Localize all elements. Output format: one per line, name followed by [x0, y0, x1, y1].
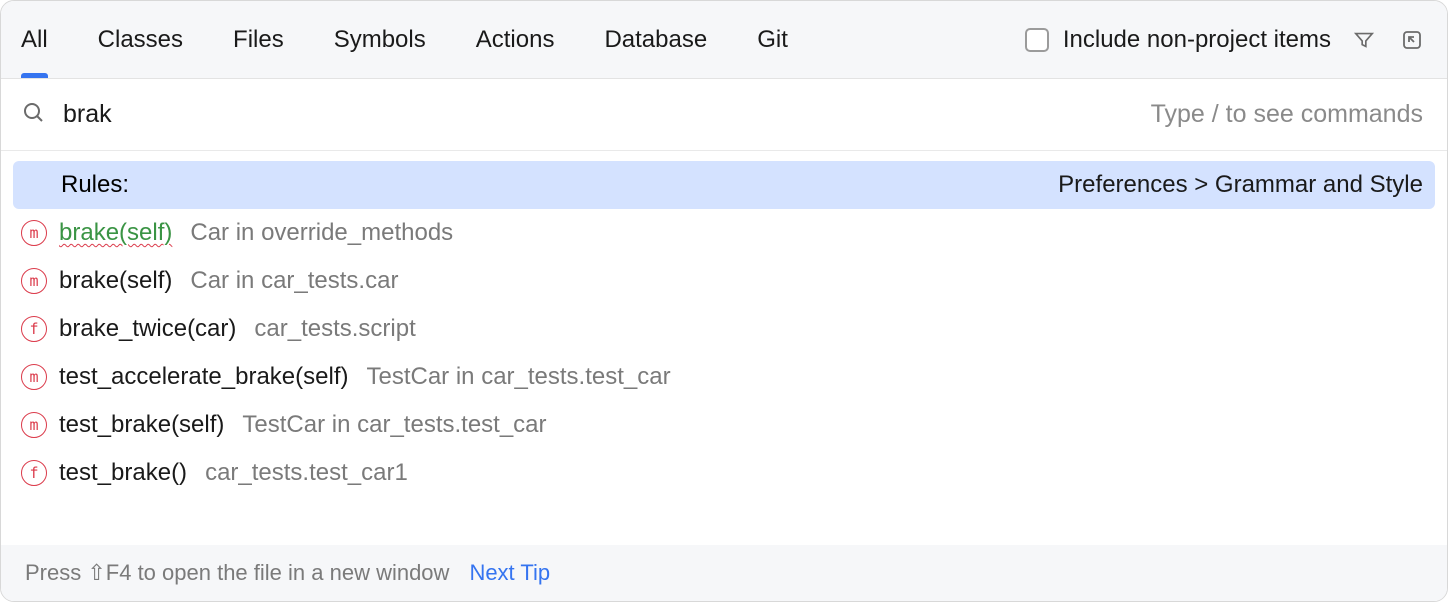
checkbox-box-icon: [1025, 28, 1049, 52]
search-everywhere-popup: All Classes Files Symbols Actions Databa…: [0, 0, 1448, 602]
method-icon: m: [21, 220, 47, 246]
function-icon: f: [21, 460, 47, 486]
open-in-window-icon[interactable]: [1397, 25, 1427, 55]
include-non-project-label: Include non-project items: [1063, 26, 1331, 54]
search-hint: Type / to see commands: [1151, 100, 1423, 129]
result-row-selected[interactable]: Rules: Preferences > Grammar and Style: [13, 161, 1435, 209]
result-name: test_accelerate_brake(self): [59, 363, 348, 391]
result-row[interactable]: f brake_twice(car) car_tests.script: [1, 305, 1447, 353]
result-row[interactable]: m brake(self) Car in override_methods: [1, 209, 1447, 257]
search-input[interactable]: [63, 100, 1133, 129]
tab-actions[interactable]: Actions: [476, 1, 555, 78]
footer-hint: Press ⇧F4 to open the file in a new wind…: [25, 560, 449, 586]
result-name: test_brake(): [59, 459, 187, 487]
tab-git[interactable]: Git: [757, 1, 788, 78]
result-location: car_tests.script: [254, 315, 415, 343]
search-icon: [21, 100, 45, 129]
result-location: TestCar in car_tests.test_car: [366, 363, 670, 391]
method-icon: m: [21, 364, 47, 390]
result-name: test_brake(self): [59, 411, 224, 439]
tab-database[interactable]: Database: [604, 1, 707, 78]
tab-files[interactable]: Files: [233, 1, 284, 78]
result-row[interactable]: f test_brake() car_tests.test_car1: [1, 449, 1447, 497]
search-row: Type / to see commands: [1, 79, 1447, 151]
result-name: brake(self): [59, 219, 172, 247]
selected-right-path: Preferences > Grammar and Style: [1058, 171, 1423, 199]
result-location: Car in override_methods: [190, 219, 453, 247]
method-icon: m: [21, 412, 47, 438]
filter-icon[interactable]: [1349, 25, 1379, 55]
result-row[interactable]: m test_accelerate_brake(self) TestCar in…: [1, 353, 1447, 401]
function-icon: f: [21, 316, 47, 342]
result-name: brake(self): [59, 267, 172, 295]
tab-symbols[interactable]: Symbols: [334, 1, 426, 78]
result-location: TestCar in car_tests.test_car: [242, 411, 546, 439]
result-location: Car in car_tests.car: [190, 267, 398, 295]
header: All Classes Files Symbols Actions Databa…: [1, 1, 1447, 79]
footer: Press ⇧F4 to open the file in a new wind…: [1, 545, 1447, 601]
header-right: Include non-project items: [1025, 25, 1427, 55]
selected-left-label: Rules:: [61, 171, 129, 199]
result-row[interactable]: m brake(self) Car in car_tests.car: [1, 257, 1447, 305]
result-name: brake_twice(car): [59, 315, 236, 343]
result-row[interactable]: m test_brake(self) TestCar in car_tests.…: [1, 401, 1447, 449]
results-list: Rules: Preferences > Grammar and Style m…: [1, 151, 1447, 545]
result-location: car_tests.test_car1: [205, 459, 408, 487]
next-tip-link[interactable]: Next Tip: [469, 560, 550, 586]
tab-all[interactable]: All: [21, 1, 48, 78]
method-icon: m: [21, 268, 47, 294]
tab-classes[interactable]: Classes: [98, 1, 183, 78]
include-non-project-checkbox[interactable]: Include non-project items: [1025, 26, 1331, 54]
